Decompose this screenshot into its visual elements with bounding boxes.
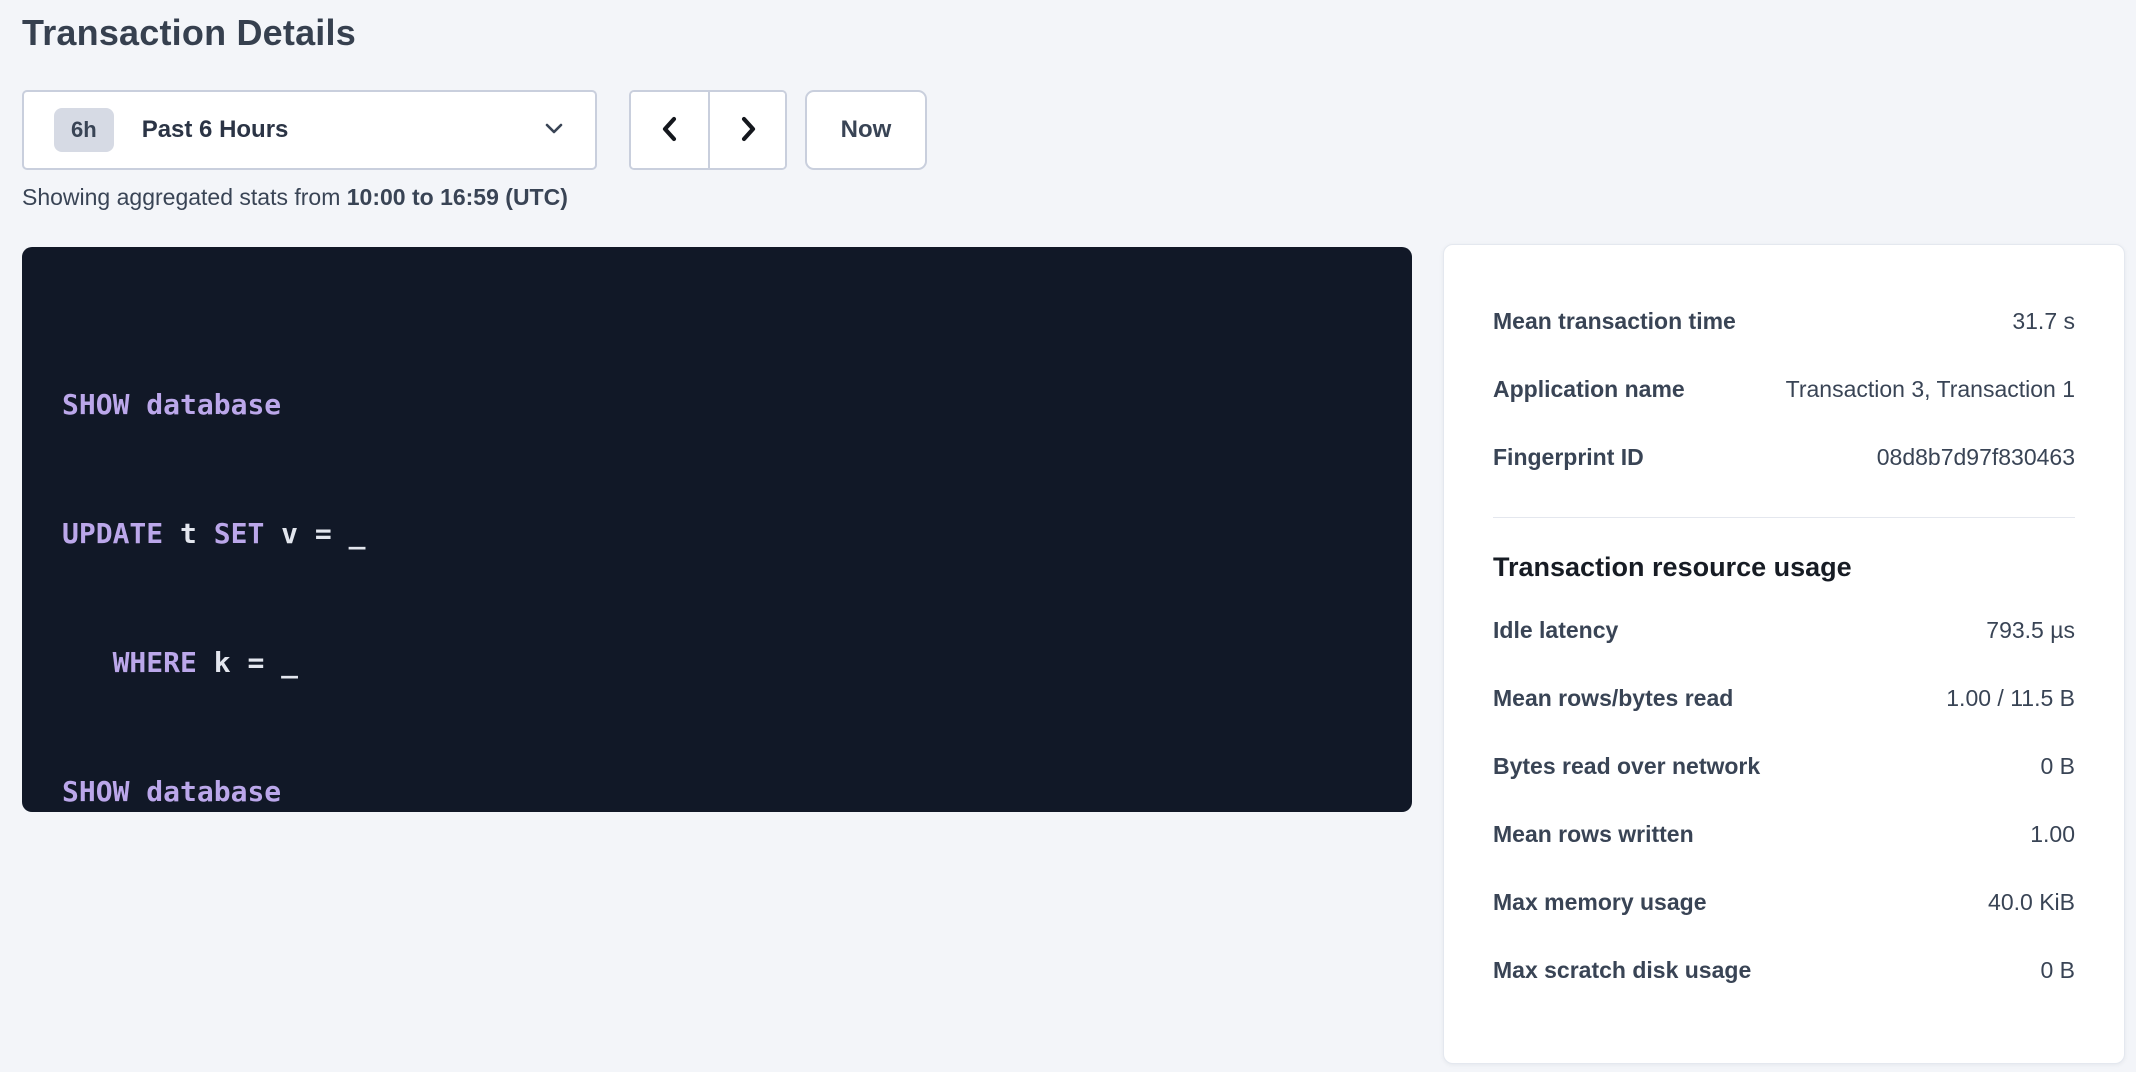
summary-row-mean-rows-written: Mean rows written 1.00 <box>1493 800 2075 868</box>
time-range-picker[interactable]: 6h Past 6 Hours <box>22 90 597 170</box>
sql-token: k = _ <box>197 646 298 679</box>
sql-token <box>129 388 146 421</box>
prev-range-button[interactable] <box>631 92 708 168</box>
sql-statement-line[interactable]: WHERE k = _ <box>62 641 1372 684</box>
row-label: Max scratch disk usage <box>1493 957 1771 984</box>
row-label: Mean rows written <box>1493 821 1714 848</box>
row-value: 40.0 KiB <box>1988 889 2075 916</box>
row-value: 08d8b7d97f830463 <box>1877 444 2075 471</box>
sql-token: database <box>146 775 281 808</box>
caption-prefix: Showing aggregated stats from <box>22 184 347 210</box>
row-label: Application name <box>1493 376 1705 403</box>
caption-range: 10:00 to 16:59 (UTC) <box>347 184 568 210</box>
row-value: 793.5 µs <box>1986 617 2075 644</box>
sql-token: t <box>163 517 214 550</box>
row-label: Idle latency <box>1493 617 1638 644</box>
summary-row-mean-transaction-time: Mean transaction time 31.7 s <box>1493 287 2075 355</box>
time-toolbar: 6h Past 6 Hours <box>22 90 927 170</box>
row-value: Transaction 3, Transaction 1 <box>1786 376 2075 403</box>
summary-row-mean-rows-bytes-read: Mean rows/bytes read 1.00 / 11.5 B <box>1493 664 2075 732</box>
row-value: 0 B <box>2040 957 2075 984</box>
sql-statement-line[interactable]: UPDATE t SET v = _ <box>62 512 1372 555</box>
time-range-badge: 6h <box>54 108 114 152</box>
card-divider <box>1493 517 2075 518</box>
sql-statements-box: SHOW database UPDATE t SET v = _ WHERE k… <box>22 247 1412 812</box>
resource-usage-heading: Transaction resource usage <box>1493 552 2075 583</box>
sql-token: SHOW <box>62 775 129 808</box>
time-nav-group <box>629 90 787 170</box>
sql-token: database <box>146 388 281 421</box>
sql-statement-line[interactable]: SHOW database <box>62 770 1372 813</box>
sql-token: WHERE <box>113 646 197 679</box>
row-value: 1.00 <box>2030 821 2075 848</box>
row-label: Mean rows/bytes read <box>1493 685 1753 712</box>
time-range-label: Past 6 Hours <box>142 116 289 144</box>
sql-token: SHOW <box>62 388 129 421</box>
sql-token: UPDATE <box>62 517 163 550</box>
chevron-right-icon <box>734 114 762 147</box>
summary-row-fingerprint-id: Fingerprint ID 08d8b7d97f830463 <box>1493 423 2075 491</box>
next-range-button[interactable] <box>708 92 785 168</box>
sql-token <box>62 646 113 679</box>
transaction-details-page: Transaction Details 6h Past 6 Hours <box>0 0 2136 1072</box>
row-value: 1.00 / 11.5 B <box>1946 685 2075 712</box>
summary-row-bytes-read-over-network: Bytes read over network 0 B <box>1493 732 2075 800</box>
now-button[interactable]: Now <box>805 90 927 170</box>
row-label: Fingerprint ID <box>1493 444 1664 471</box>
sql-token <box>129 775 146 808</box>
chevron-left-icon <box>656 114 684 147</box>
row-label: Max memory usage <box>1493 889 1726 916</box>
stats-caption: Showing aggregated stats from 10:00 to 1… <box>22 184 568 211</box>
chevron-down-icon <box>541 115 567 146</box>
row-value: 31.7 s <box>2012 308 2075 335</box>
summary-row-idle-latency: Idle latency 793.5 µs <box>1493 596 2075 664</box>
page-title: Transaction Details <box>22 12 356 54</box>
row-label: Bytes read over network <box>1493 753 1780 780</box>
summary-row-max-memory-usage: Max memory usage 40.0 KiB <box>1493 868 2075 936</box>
row-label: Mean transaction time <box>1493 308 1756 335</box>
row-value: 0 B <box>2040 753 2075 780</box>
summary-row-application-name: Application name Transaction 3, Transact… <box>1493 355 2075 423</box>
sql-token: v = _ <box>264 517 365 550</box>
summary-row-max-scratch-disk-usage: Max scratch disk usage 0 B <box>1493 936 2075 1004</box>
sql-token: SET <box>214 517 265 550</box>
sql-statement-line[interactable]: SHOW database <box>62 383 1372 426</box>
summary-card: Mean transaction time 31.7 s Application… <box>1443 244 2125 1064</box>
